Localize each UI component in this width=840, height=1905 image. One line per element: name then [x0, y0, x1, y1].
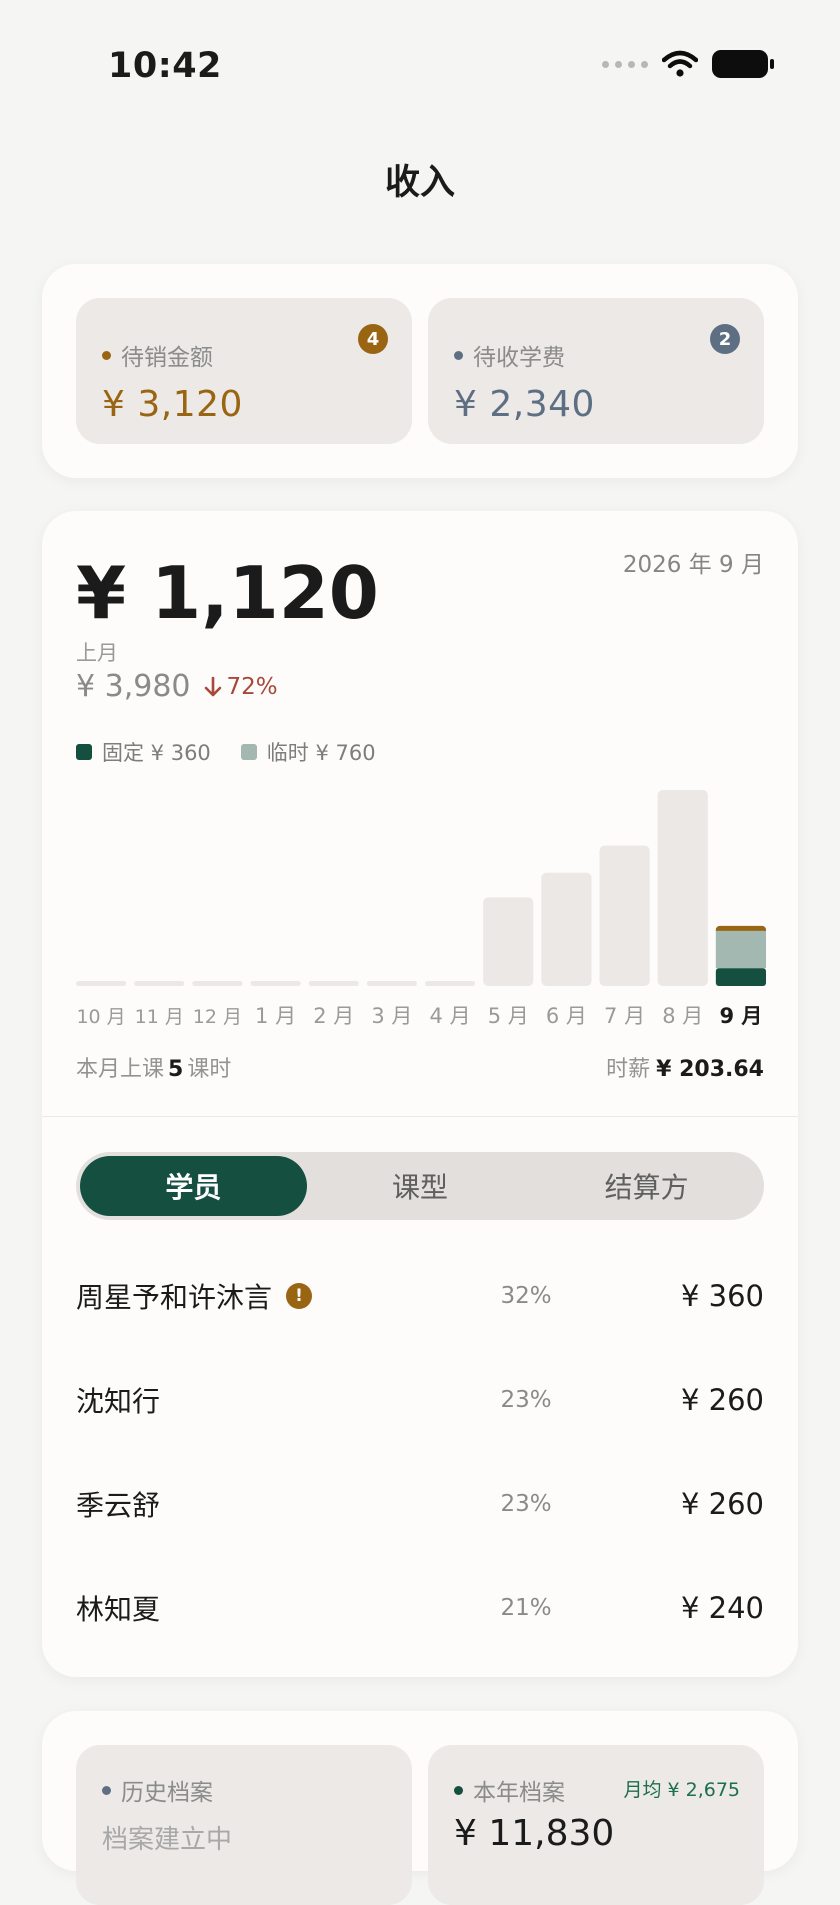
chart-bar[interactable] — [483, 897, 534, 986]
legend-temporary: 临时 ¥ 760 — [240, 737, 376, 767]
chart-bar[interactable] — [541, 872, 592, 986]
student-percent: 32% — [500, 1283, 552, 1309]
student-percent: 23% — [500, 1491, 552, 1517]
tab-payers[interactable]: 结算方 — [533, 1156, 760, 1216]
student-name: 沈知行 — [76, 1385, 161, 1418]
chart-x-tick: 2 月 — [313, 1004, 354, 1028]
chart-bar-empty — [308, 981, 359, 986]
student-name: 季云舒 — [76, 1489, 161, 1522]
legend-fixed-swatch — [76, 744, 92, 760]
pending-tuition-amount: ¥ 2,340 — [454, 384, 595, 425]
pending-writeoff-badge: 4 — [358, 324, 388, 354]
monthly-income-chart: 10 月 11 月 12 月 1 月 2 月 3 月 4 月 5 月 6 月 7 月 8 月 9 月 — [76, 790, 766, 1028]
student-name: 林知夏 — [76, 1593, 161, 1626]
tab-students[interactable]: 学员 — [80, 1156, 307, 1216]
arrow-down-icon — [204, 676, 221, 696]
chart-x-tick: 3 月 — [371, 1004, 412, 1028]
history-archive-card[interactable]: 历史档案 档案建立中 — [76, 1745, 412, 1905]
pending-card: 待销金额 4 ¥ 3,120 待收学费 2 ¥ 2,340 — [42, 264, 798, 478]
student-name: 周星予和许沐言 — [76, 1281, 273, 1314]
change-indicator: 72% — [203, 674, 278, 700]
change-percent: 72% — [226, 673, 278, 700]
pending-tuition-label: 待收学费 — [473, 345, 565, 371]
signal-dots-icon — [602, 60, 648, 68]
tab-lesson-types[interactable]: 课型 — [307, 1156, 534, 1216]
month-selector[interactable]: 2026 年 9 月 — [623, 545, 764, 579]
status-icons — [602, 50, 774, 78]
chart-x-tick: 11 月 — [135, 1006, 184, 1028]
chart-bar-empty — [250, 981, 301, 986]
year-archive-card[interactable]: 本年档案 月均 ¥ 2,675 ¥ 11,830 — [428, 1745, 764, 1905]
chart-x-tick: 5 月 — [488, 1004, 529, 1028]
prev-month-amount: ¥ 3,980 — [76, 669, 191, 704]
chart-legend: 固定 ¥ 360 临时 ¥ 760 — [76, 737, 376, 767]
hourly-rate: 时薪 ¥ 203.64 — [606, 1051, 764, 1083]
history-archive-label: 历史档案 — [121, 1780, 213, 1806]
tuition-dot-icon — [454, 350, 463, 360]
student-percent: 21% — [500, 1595, 552, 1621]
divider — [42, 1116, 798, 1117]
student-percent: 23% — [500, 1387, 552, 1413]
chart-x-tick: 9 月 — [719, 1004, 762, 1028]
chart-x-tick: 6 月 — [546, 1004, 587, 1028]
page-title: 收入 — [384, 163, 455, 203]
lessons-count: 本月上课 5 课时 — [76, 1051, 231, 1083]
chart-x-tick: 12 月 — [193, 1006, 242, 1028]
status-time: 10:42 — [108, 46, 222, 86]
chart-bar-empty — [192, 981, 243, 986]
lessons-number: 5 — [168, 1057, 184, 1082]
lessons-suffix: 课时 — [187, 1057, 232, 1082]
hourly-rate-value: ¥ 203.64 — [656, 1057, 764, 1082]
legend-temporary-label: 临时 ¥ 760 — [266, 741, 376, 765]
archive-card: 历史档案 档案建立中 本年档案 月均 ¥ 2,675 ¥ 11,830 — [42, 1711, 798, 1905]
chart-bar[interactable] — [657, 790, 708, 986]
student-amount: ¥ 260 — [680, 1487, 764, 1521]
list-item[interactable]: 周星予和许沐言 ! 32% ¥ 360 — [76, 1244, 764, 1348]
chart-x-tick: 8 月 — [662, 1004, 703, 1028]
list-item[interactable]: 林知夏 21% ¥ 240 — [76, 1556, 764, 1660]
pending-writeoff-label: 待销金额 — [121, 345, 213, 371]
student-amount: ¥ 360 — [680, 1279, 764, 1313]
prev-month-row: ¥ 3,980 72% — [76, 669, 278, 704]
prev-month-label: 上月 — [76, 641, 118, 665]
chart-bar-temporary[interactable] — [715, 930, 766, 969]
chart-bar-empty — [76, 981, 127, 986]
list-item[interactable]: 沈知行 23% ¥ 260 — [76, 1348, 764, 1452]
year-archive-value: ¥ 11,830 — [454, 1813, 615, 1854]
chart-x-tick: 4 月 — [430, 1004, 471, 1028]
year-dot-icon — [454, 1785, 463, 1795]
chart-bar-fixed[interactable] — [715, 968, 766, 986]
status-bar: 10:42 — [0, 0, 840, 140]
monthly-average: 月均 ¥ 2,675 — [623, 1779, 740, 1801]
legend-temporary-swatch — [240, 744, 257, 760]
chart-bar-empty — [366, 981, 417, 986]
pending-tuition-card[interactable]: 待收学费 2 ¥ 2,340 — [428, 298, 764, 444]
chart-bar-empty — [134, 981, 185, 986]
pending-writeoff-amount: ¥ 3,120 — [102, 384, 243, 425]
chart-bar[interactable] — [599, 845, 650, 986]
chart-x-tick: 7 月 — [604, 1004, 645, 1028]
hourly-rate-label: 时薪 — [606, 1057, 651, 1082]
year-archive-label: 本年档案 — [473, 1780, 565, 1806]
chart-x-tick: 10 月 — [76, 1006, 125, 1028]
history-dot-icon — [102, 1785, 111, 1795]
breakdown-tabs: 学员 课型 结算方 — [76, 1152, 764, 1220]
chart-bar-empty — [425, 981, 476, 986]
history-archive-status: 档案建立中 — [102, 1825, 233, 1855]
chart-x-tick: 1 月 — [255, 1004, 296, 1028]
legend-fixed: 固定 ¥ 360 — [76, 737, 211, 767]
income-card: ¥ 1,120 2026 年 9 月 上月 ¥ 3,980 72% 固定 ¥ 3… — [42, 511, 798, 1677]
month-income-amount: ¥ 1,120 — [76, 551, 379, 635]
battery-icon — [712, 50, 774, 78]
legend-fixed-label: 固定 ¥ 360 — [102, 741, 211, 765]
student-amount: ¥ 240 — [680, 1591, 764, 1625]
warning-icon: ! — [286, 1283, 313, 1309]
lessons-prefix: 本月上课 — [76, 1057, 165, 1082]
pending-tuition-badge: 2 — [710, 324, 740, 354]
student-amount: ¥ 260 — [680, 1383, 764, 1417]
list-item[interactable]: 季云舒 23% ¥ 260 — [76, 1452, 764, 1556]
pending-writeoff-card[interactable]: 待销金额 4 ¥ 3,120 — [76, 298, 412, 444]
wifi-icon — [662, 50, 698, 77]
pending-dot-icon — [102, 350, 111, 360]
